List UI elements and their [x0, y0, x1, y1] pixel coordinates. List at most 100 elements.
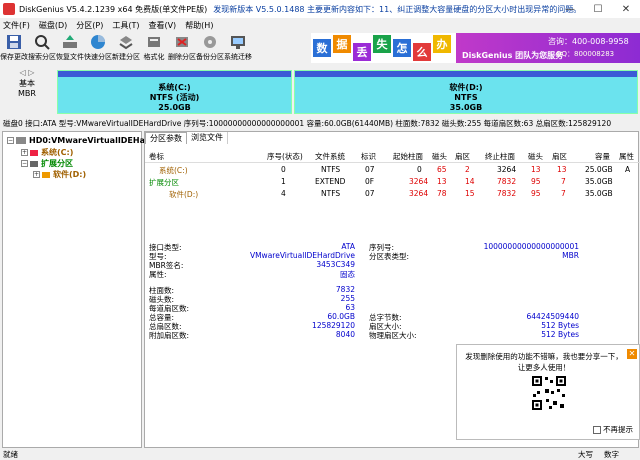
migrate-button[interactable]: 系统迁移: [224, 32, 252, 64]
cell: 0: [417, 165, 422, 174]
delete-partition-button[interactable]: 删除分区: [168, 32, 196, 64]
quick-partition-label: 快速分区: [84, 53, 112, 61]
hard-disk-icon: [16, 137, 26, 144]
status-text: 就绪: [3, 450, 18, 459]
menu-view[interactable]: 查看(V): [148, 20, 176, 31]
detail-value: 512 Bytes: [541, 321, 579, 330]
close-icon[interactable]: ✕: [612, 0, 640, 18]
expand-icon[interactable]: +: [33, 171, 40, 178]
menu-bar: 文件(F) 磁盘(D) 分区(P) 工具(T) 查看(V) 帮助(H): [0, 18, 640, 32]
backup-icon: [201, 34, 219, 50]
banner-tile: 数: [313, 39, 331, 57]
col-header: 卷标: [149, 152, 164, 161]
menu-tools[interactable]: 工具(T): [112, 20, 139, 31]
partition-fs: NTFS (活动): [149, 93, 200, 102]
cell: NTFS: [321, 189, 341, 198]
tree-item-extended[interactable]: − 扩展分区: [21, 158, 73, 169]
format-button[interactable]: 格式化: [140, 32, 168, 64]
checkbox-label: 不再提示: [603, 425, 633, 434]
detail-value: 255: [340, 294, 355, 303]
cell: 95: [531, 189, 541, 198]
cell: 3264: [409, 189, 429, 198]
tree-item-software-d[interactable]: + 软件(D:): [33, 169, 86, 180]
checkbox-box[interactable]: [593, 425, 601, 434]
col-header: 标识: [361, 152, 376, 161]
new-partition-button[interactable]: 新建分区: [112, 32, 140, 64]
update-notice[interactable]: 发现新版本 V5.5.0.1488 主要更新内容如下：11、纠正调整大容量硬盘的…: [213, 4, 581, 15]
dont-show-checkbox[interactable]: 不再提示: [593, 424, 633, 435]
ad-banner[interactable]: 数 据 丢 失 怎 么 办 DiskGenius 团队为您服务 咨询：400-0…: [311, 33, 640, 63]
cell-label: 扩展分区: [149, 178, 179, 187]
detail-value: MBR: [562, 251, 579, 260]
detail-value: 63: [345, 303, 355, 312]
col-header: 磁头: [432, 152, 447, 161]
partition-block-d[interactable]: 软件(D:) NTFS 35.0GB: [294, 70, 638, 114]
cell: 4: [281, 189, 286, 198]
cell: 7: [561, 189, 566, 198]
banner-tile: 怎: [393, 39, 411, 57]
partition-usage-stripe: [295, 71, 637, 77]
detail-value: 512 Bytes: [541, 330, 579, 339]
cell: 13: [531, 165, 541, 174]
table-row[interactable]: 系统(C:) 0 NTFS 07 0 65 2 3264 13 13 25.0G…: [145, 164, 640, 176]
minimize-icon[interactable]: —: [556, 0, 584, 18]
detail-key: 属性:: [149, 270, 167, 279]
collapse-icon[interactable]: −: [21, 160, 28, 167]
menu-disk[interactable]: 磁盘(D): [39, 20, 67, 31]
menu-partition[interactable]: 分区(P): [76, 20, 103, 31]
detail-value: 10000000000000000001: [483, 242, 579, 251]
cell: 14: [465, 177, 475, 186]
cell: 0: [281, 165, 286, 174]
disk-tree: − HD0:VMwareVirtualIDEHardDrive + 系统(C:)…: [2, 131, 179, 448]
maximize-icon[interactable]: ☐: [584, 0, 612, 18]
cell: 7832: [497, 189, 517, 198]
expand-icon[interactable]: +: [21, 149, 28, 156]
save-icon: [5, 34, 23, 50]
partition-icon: [30, 160, 38, 167]
partition-icon: [42, 171, 50, 178]
collapse-icon[interactable]: −: [7, 137, 14, 144]
backup-partition-button[interactable]: 备份分区: [196, 32, 224, 64]
cell: 15: [465, 189, 475, 198]
partition-block-c[interactable]: 系统(C:) NTFS (活动) 25.0GB: [57, 70, 292, 114]
cell: 3264: [497, 165, 517, 174]
cell: 7832: [497, 177, 517, 186]
search-partition-button[interactable]: 搜索分区: [28, 32, 56, 64]
migrate-icon: [229, 34, 247, 50]
menu-help[interactable]: 帮助(H): [185, 20, 213, 31]
tree-item-system-c[interactable]: + 系统(C:): [21, 147, 73, 158]
menu-file[interactable]: 文件(F): [3, 20, 30, 31]
banner-tile: 办: [433, 35, 451, 53]
tab-browse-files[interactable]: 浏览文件: [187, 132, 228, 144]
cell: NTFS: [321, 165, 341, 174]
save-button[interactable]: 保存更改: [0, 32, 28, 64]
disk-type-label: 基本 MBR: [3, 79, 51, 99]
tree-item-label: 系统(C:): [41, 148, 74, 157]
recover-files-button[interactable]: 恢复文件: [56, 32, 84, 64]
new-partition-label: 新建分区: [112, 53, 140, 61]
partition-icon: [30, 149, 38, 156]
table-row[interactable]: 软件(D:) 4 NTFS 07 3264 78 15 7832 95 7 35…: [145, 188, 640, 200]
col-header: 扇区: [455, 152, 470, 161]
migrate-label: 系统迁移: [224, 53, 252, 61]
partition-size: 25.0GB: [158, 103, 191, 112]
detail-value: 64424509440: [526, 312, 580, 321]
tab-partition-params[interactable]: 分区参数: [145, 132, 187, 144]
qr-code-icon: [531, 375, 567, 411]
detail-value: 125829120: [312, 321, 355, 330]
disk-nav-arrows-icon[interactable]: ◁ ▷: [3, 68, 51, 77]
banner-tile: 丢: [353, 43, 371, 61]
caps-indicator: 大写: [578, 450, 593, 459]
banner-brand-text: DiskGenius 团队为您服务: [462, 51, 564, 60]
title-bar: DiskGenius V5.4.2.1239 x64 免费版(单文件PE版) 发…: [0, 0, 640, 18]
format-icon: [145, 34, 163, 50]
col-header: 扇区: [552, 152, 567, 161]
cell: 13: [437, 177, 447, 186]
banner-phone: 咨询：400-008-9958: [548, 37, 629, 46]
popup-close-icon[interactable]: ✕: [627, 349, 637, 359]
table-row[interactable]: 扩展分区 1 EXTEND 0F 3264 13 14 7832 95 7 35…: [145, 176, 640, 188]
cell: 78: [437, 189, 447, 198]
status-bar: 就绪 大写 数字: [0, 448, 640, 460]
quick-partition-button[interactable]: 快速分区: [84, 32, 112, 64]
cell-label: 系统(C:): [159, 166, 188, 175]
